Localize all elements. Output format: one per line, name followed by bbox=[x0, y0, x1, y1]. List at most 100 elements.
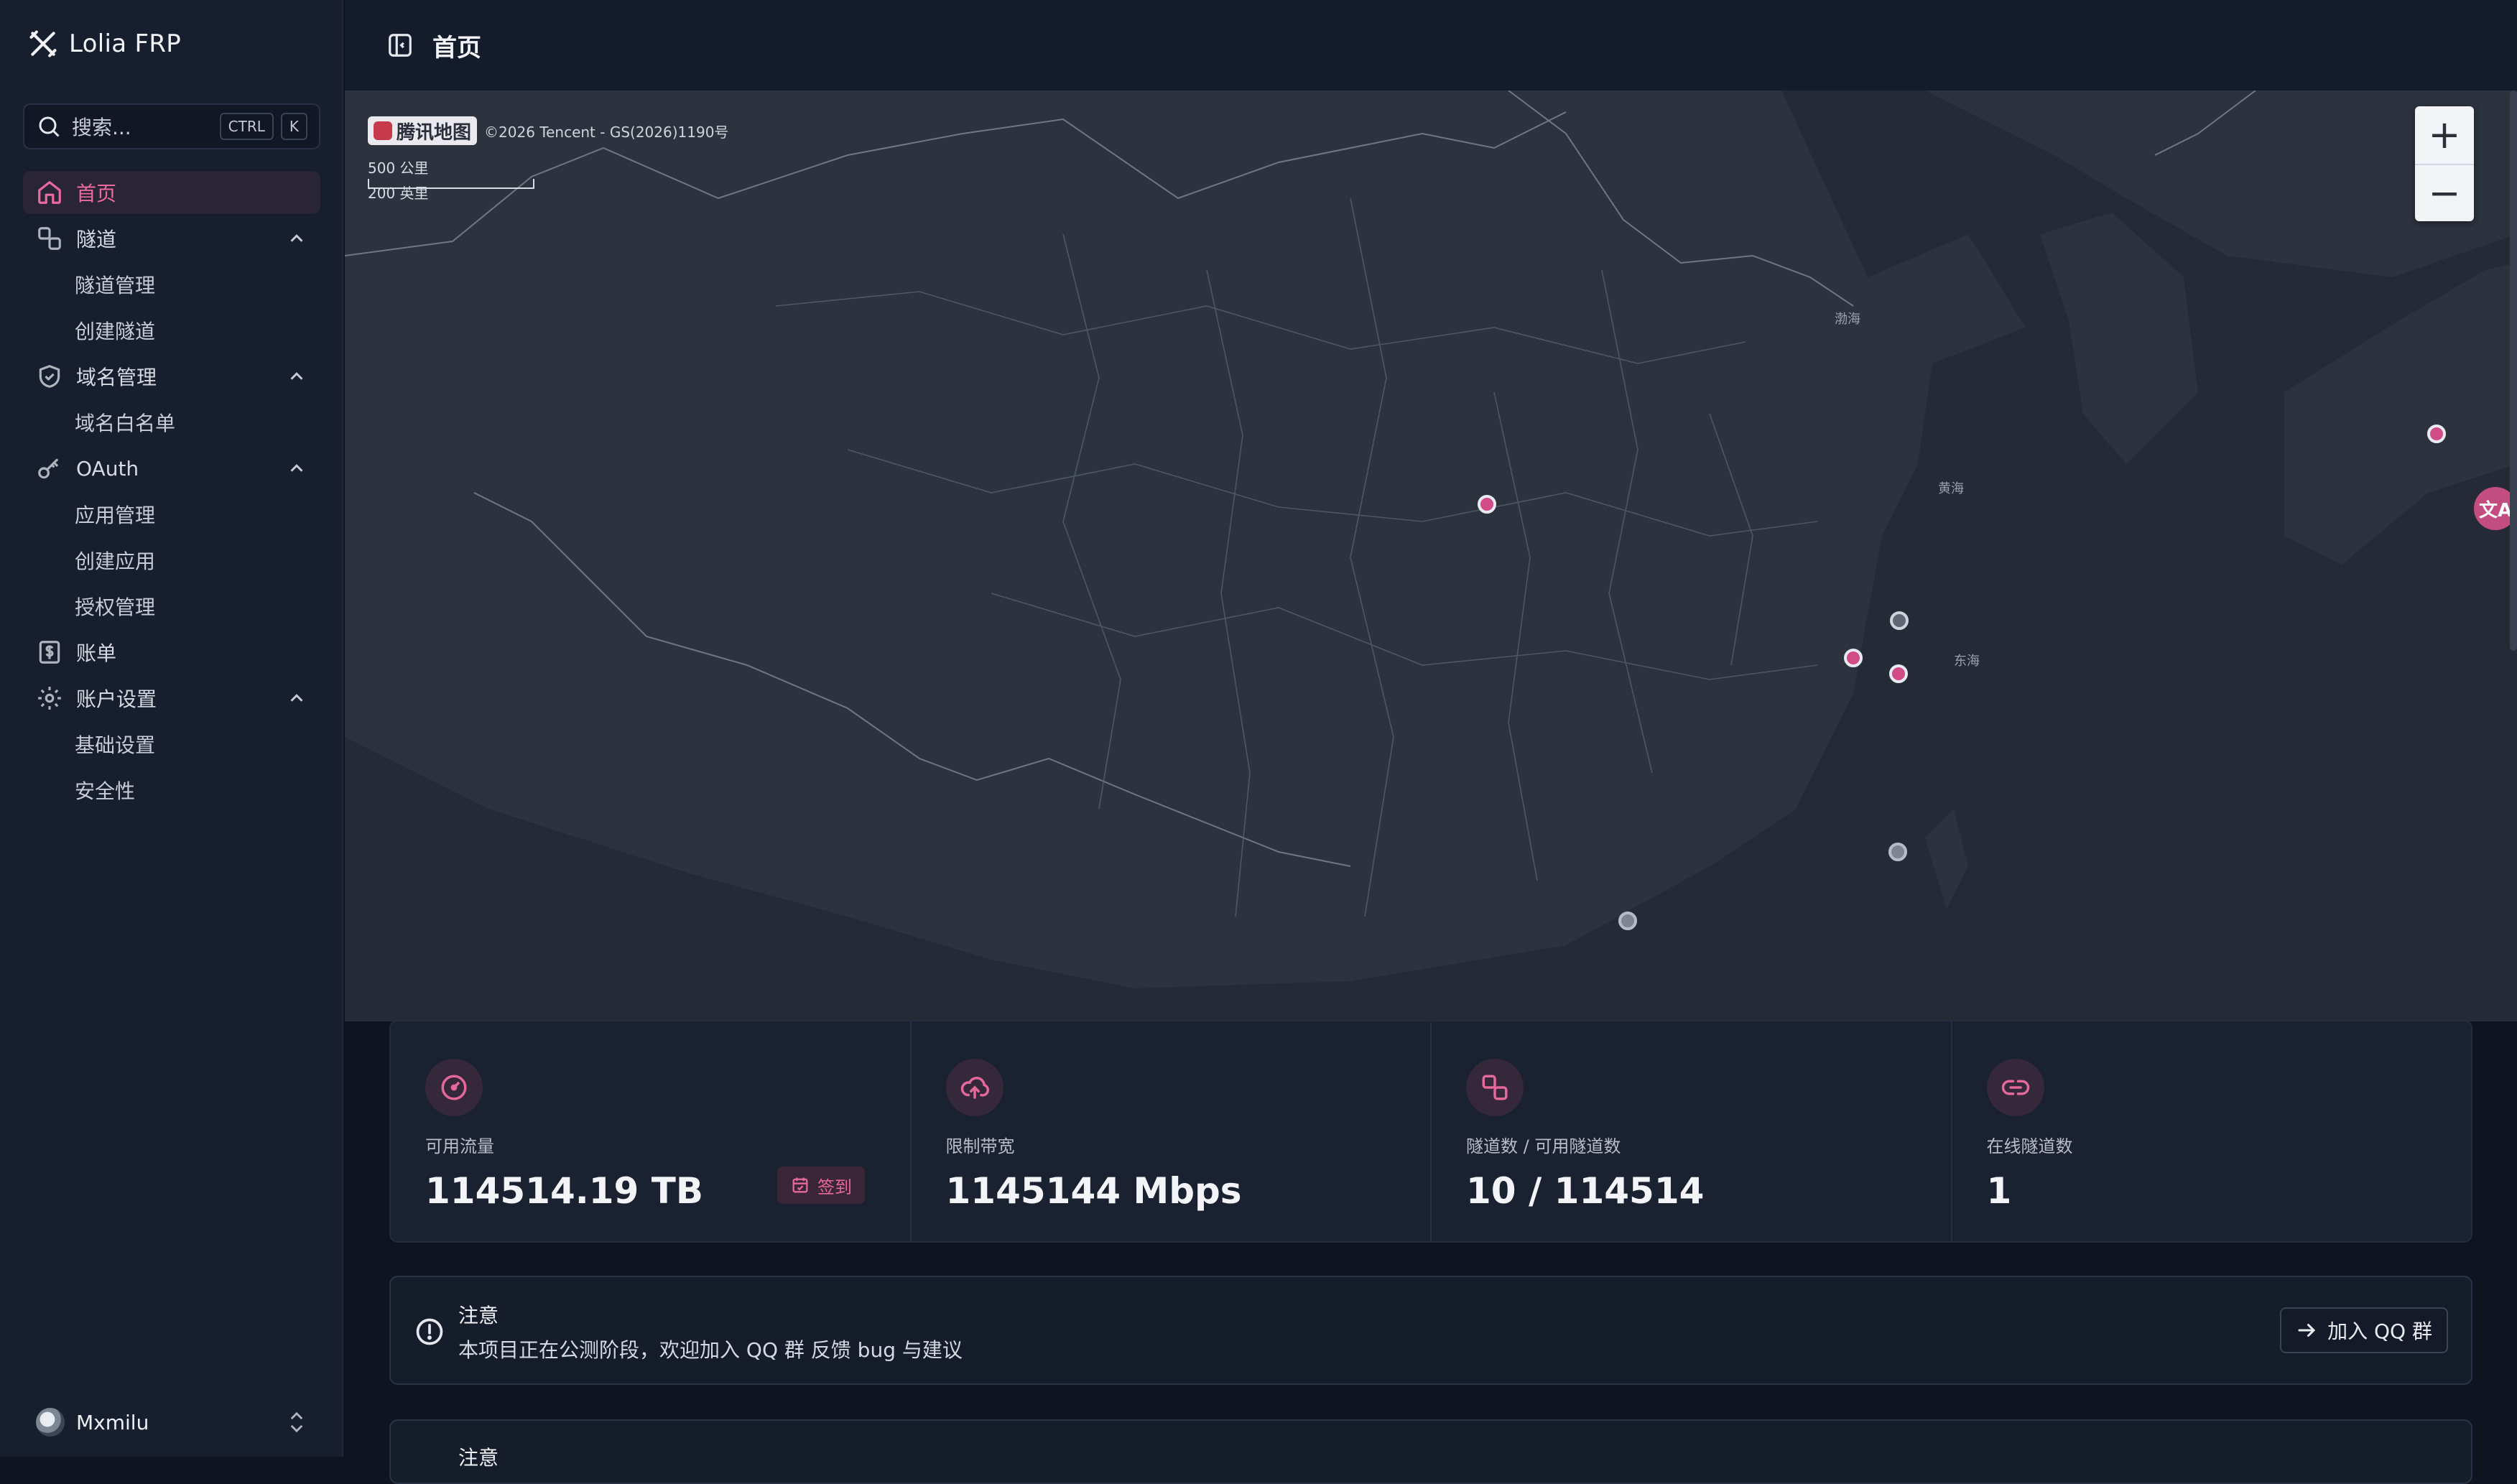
notice-card: 注意 本项目正在公测阶段，欢迎加入 QQ 群 反馈 bug 与建议 加入 QQ … bbox=[389, 1276, 2472, 1385]
zoom-in-button[interactable]: + bbox=[2415, 106, 2474, 164]
calendar-icon bbox=[792, 1177, 808, 1193]
bill-icon bbox=[39, 641, 60, 664]
map-marker[interactable] bbox=[2427, 425, 2446, 443]
map-scrollbar[interactable] bbox=[2510, 91, 2517, 651]
sidebar-item-bill[interactable]: 账单 bbox=[23, 631, 320, 674]
sidebar-item-home[interactable]: 首页 bbox=[23, 171, 320, 214]
stat-icon-wrap bbox=[425, 1059, 483, 1116]
sidebar-toggle-icon[interactable] bbox=[386, 32, 414, 59]
sidebar-item-security[interactable]: 安全性 bbox=[23, 769, 320, 812]
notice-card: 注意 bbox=[389, 1419, 2472, 1484]
map-logo-mark bbox=[374, 121, 392, 140]
stat-value: 10 / 114514 bbox=[1466, 1170, 1705, 1212]
sidebar-item-tunnel-create[interactable]: 创建隧道 bbox=[23, 309, 320, 352]
sidebar-item-label: 账单 bbox=[76, 641, 117, 665]
search-box[interactable]: 搜索... CTRL K bbox=[23, 103, 320, 149]
stat-bandwidth: 限制带宽 1145144 Mbps bbox=[912, 1021, 1432, 1241]
map-marker[interactable] bbox=[1844, 649, 1863, 667]
gauge-icon bbox=[441, 1075, 467, 1100]
sidebar-item-account[interactable]: 账户设置 bbox=[23, 677, 320, 720]
chevron-up-icon bbox=[290, 234, 303, 242]
user-name: Mxmilu bbox=[76, 1410, 149, 1434]
map-marker[interactable] bbox=[1889, 664, 1908, 683]
notice-title: 注意 bbox=[458, 1446, 499, 1470]
avatar bbox=[36, 1408, 65, 1437]
sidebar-item-label: 域名管理 bbox=[76, 366, 157, 389]
sea-label-huanghai: 黄海 bbox=[1938, 481, 1964, 496]
sidebar-item-label: 账户设置 bbox=[76, 687, 157, 711]
sidebar: Lolia FRP 搜索... CTRL K 首页 隧道 隧道管理 创建隧道 域… bbox=[0, 0, 343, 1457]
join-qq-label: 加入 QQ 群 bbox=[2327, 1320, 2432, 1343]
page-title: 首页 bbox=[432, 33, 481, 62]
stat-icon-wrap bbox=[1986, 1059, 2044, 1116]
sidebar-item-label: 首页 bbox=[76, 182, 117, 205]
zoom-out-button[interactable]: − bbox=[2415, 164, 2474, 221]
key-icon bbox=[38, 458, 59, 479]
checkin-label: 签到 bbox=[817, 1177, 852, 1197]
sidebar-item-domain[interactable]: 域名管理 bbox=[23, 355, 320, 398]
kbd-ctrl: CTRL bbox=[219, 113, 274, 140]
sidebar-item-app-manage[interactable]: 应用管理 bbox=[23, 493, 320, 536]
search-placeholder: 搜索... bbox=[72, 116, 131, 139]
sidebar-item-domain-whitelist[interactable]: 域名白名单 bbox=[23, 401, 320, 444]
join-qq-button[interactable]: 加入 QQ 群 bbox=[2280, 1307, 2448, 1353]
gear-icon bbox=[38, 687, 61, 710]
tunnel-icon bbox=[38, 227, 61, 250]
kbd-k: K bbox=[280, 113, 307, 140]
stat-traffic: 可用流量 114514.19 TB 签到 bbox=[391, 1021, 912, 1241]
tools-logo-icon bbox=[29, 30, 57, 57]
user-menu[interactable]: Mxmilu bbox=[23, 1399, 320, 1445]
checkin-button[interactable]: 签到 bbox=[777, 1167, 865, 1204]
map-provider-name: 腾讯地图 bbox=[397, 121, 472, 144]
stat-icon-wrap bbox=[1466, 1059, 1524, 1116]
stat-tunnels: 隧道数 / 可用隧道数 10 / 114514 bbox=[1432, 1021, 1952, 1241]
shield-check-icon bbox=[39, 365, 60, 388]
map-marker[interactable] bbox=[1618, 912, 1637, 930]
sidebar-item-oauth[interactable]: OAuth bbox=[23, 447, 320, 490]
stat-label: 在线隧道数 bbox=[1986, 1136, 2073, 1156]
brand-name: Lolia FRP bbox=[69, 29, 182, 58]
stat-value: 1 bbox=[1986, 1170, 2012, 1212]
brand[interactable]: Lolia FRP bbox=[27, 26, 181, 62]
sidebar-nav: 首页 隧道 隧道管理 创建隧道 域名管理 域名白名单 OAuth 应用管理 创建… bbox=[23, 171, 320, 815]
alert-circle-icon bbox=[416, 1318, 443, 1345]
notice-title: 注意 bbox=[458, 1304, 499, 1327]
stat-value: 1145144 Mbps bbox=[945, 1170, 1242, 1212]
sidebar-item-auth-manage[interactable]: 授权管理 bbox=[23, 585, 320, 628]
sidebar-item-tunnel[interactable]: 隧道 bbox=[23, 217, 320, 260]
map-logo-box: 腾讯地图 bbox=[368, 116, 478, 145]
chevron-up-down-icon bbox=[290, 1411, 303, 1433]
stat-label: 隧道数 / 可用隧道数 bbox=[1466, 1136, 1621, 1156]
scale-km: 500 公里 bbox=[368, 159, 429, 177]
map-marker[interactable] bbox=[1888, 843, 1907, 861]
map-copyright: ©2026 Tencent - GS(2026)1190号 bbox=[484, 123, 729, 141]
sidebar-item-tunnel-manage[interactable]: 隧道管理 bbox=[23, 263, 320, 306]
map-scale: 500 公里 200 英里 bbox=[368, 157, 534, 203]
stats-card: 可用流量 114514.19 TB 签到 限制带宽 1145144 Mbps 隧… bbox=[389, 1020, 2472, 1243]
map-marker[interactable] bbox=[1890, 611, 1909, 630]
sea-label-donghai: 东海 bbox=[1954, 654, 1980, 669]
chevron-up-icon bbox=[290, 694, 303, 702]
chevron-up-icon bbox=[290, 464, 303, 472]
stat-online: 在线隧道数 1 bbox=[1952, 1021, 2472, 1241]
map-provider-logo: 腾讯地图 ©2026 Tencent - GS(2026)1190号 bbox=[368, 116, 728, 145]
sidebar-item-basic-settings[interactable]: 基础设置 bbox=[23, 723, 320, 766]
notice-text: 本项目正在公测阶段，欢迎加入 QQ 群 反馈 bug 与建议 bbox=[458, 1338, 963, 1362]
top-header: 首页 bbox=[345, 0, 2517, 91]
cloud-upload-icon bbox=[960, 1077, 989, 1099]
link-icon bbox=[2001, 1080, 2029, 1095]
stat-label: 限制带宽 bbox=[945, 1136, 1015, 1156]
map-land bbox=[345, 91, 2517, 1021]
stat-icon-wrap bbox=[945, 1059, 1003, 1116]
home-icon bbox=[38, 181, 61, 204]
map-zoom-control: + − bbox=[2415, 106, 2474, 221]
sidebar-item-app-create[interactable]: 创建应用 bbox=[23, 539, 320, 582]
map-marker[interactable] bbox=[1478, 495, 1496, 514]
scale-mi: 200 英里 bbox=[368, 185, 429, 202]
tunnel-icon bbox=[1482, 1075, 1508, 1100]
sea-label-bohai: 渤海 bbox=[1835, 312, 1860, 327]
map-view[interactable]: 腾讯地图 ©2026 Tencent - GS(2026)1190号 500 公… bbox=[345, 91, 2517, 1021]
search-icon bbox=[39, 116, 60, 137]
arrow-right-icon bbox=[2298, 1324, 2316, 1337]
sidebar-item-label: 隧道 bbox=[76, 228, 117, 251]
